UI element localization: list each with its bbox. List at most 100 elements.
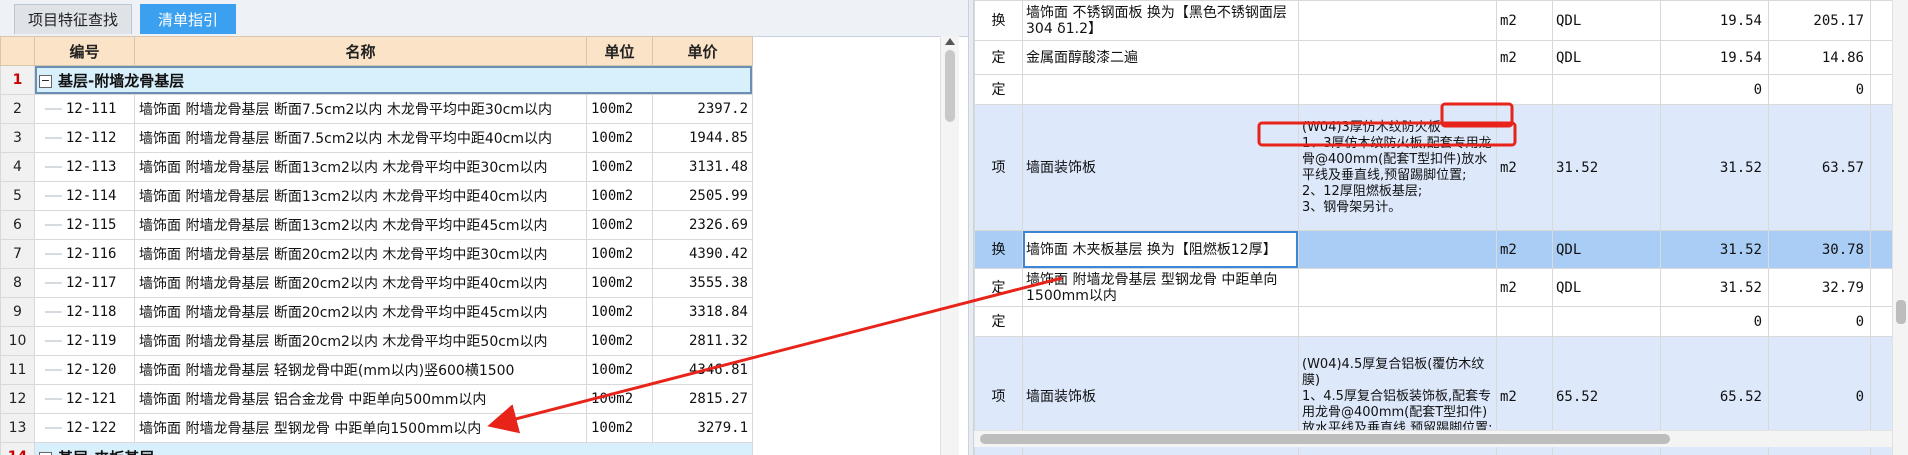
item-price[interactable]: 1944.85	[652, 123, 753, 153]
feature-description[interactable]	[1298, 0, 1497, 41]
bill-row[interactable]: 定 00	[974, 306, 1893, 337]
item-code[interactable]: —— 12-121	[34, 384, 135, 414]
item-code[interactable]: —— 12-116	[34, 239, 135, 269]
quantity-expression[interactable]: QDL	[1552, 40, 1661, 75]
bill-row[interactable]: 项墙面装饰板 (W04)3厚仿木纹防火板 1、3厚仿木纹防火板,配套专用龙骨@40…	[974, 104, 1893, 231]
feature-description[interactable]	[1298, 230, 1497, 269]
group-name[interactable]: − 基层-夹板基层	[34, 442, 753, 455]
item-code[interactable]: —— 12-112	[34, 123, 135, 153]
item-name[interactable]: 墙饰面 附墙龙骨基层 断面13cm2以内 木龙骨平均中距30cm以内	[134, 152, 587, 182]
item-name[interactable]: 墙饰面 附墙龙骨基层 铝合金龙骨 中距单向500mm以内	[134, 384, 587, 414]
item-unit[interactable]: 100m2	[586, 355, 653, 385]
quantity-expression[interactable]	[1552, 306, 1661, 337]
item-code[interactable]: —— 12-113	[34, 152, 135, 182]
item-code[interactable]: —— 12-120	[34, 355, 135, 385]
item-name[interactable]: 墙饰面 附墙龙骨基层 轻钢龙骨中距(mm以内)竖600横1500	[134, 355, 587, 385]
group-row[interactable]: 14− 基层-夹板基层	[0, 442, 753, 455]
unit-cell[interactable]	[1496, 306, 1553, 337]
table-row[interactable]: 3 —— 12-112 墙饰面 附墙龙骨基层 断面7.5cm2以内 木龙骨平均中距40…	[0, 123, 753, 153]
item-unit[interactable]: 100m2	[586, 384, 653, 414]
item-unit[interactable]: 100m2	[586, 123, 653, 153]
quantity-cell[interactable]: 31.52	[1660, 104, 1769, 231]
scroll-thumb[interactable]	[980, 434, 1670, 444]
item-code[interactable]: —— 12-122	[34, 413, 135, 443]
left-vertical-scrollbar[interactable]	[940, 36, 959, 455]
scroll-thumb[interactable]	[945, 50, 955, 122]
unit-price-cell[interactable]: 30.78	[1768, 230, 1871, 269]
table-row[interactable]: 13 —— 12-122 墙饰面 附墙龙骨基层 型钢龙骨 中距单向1500mm以内 10…	[0, 413, 753, 443]
item-name[interactable]: 墙饰面 附墙龙骨基层 断面20cm2以内 木龙骨平均中距30cm以内	[134, 239, 587, 269]
quantity-cell[interactable]: 19.54	[1660, 40, 1769, 75]
item-name[interactable]: 墙饰面 附墙龙骨基层 断面13cm2以内 木龙骨平均中距40cm以内	[134, 181, 587, 211]
quantity-expression[interactable]: QDL	[1552, 268, 1661, 307]
item-price[interactable]: 2811.32	[652, 326, 753, 356]
feature-description[interactable]	[1298, 40, 1497, 75]
item-name[interactable]: 墙饰面 附墙龙骨基层 断面7.5cm2以内 木龙骨平均中距30cm以内	[134, 94, 587, 124]
scroll-thumb[interactable]	[1896, 300, 1906, 324]
unit-price-cell[interactable]: 205.17	[1768, 0, 1871, 41]
item-unit[interactable]: 100m2	[586, 181, 653, 211]
scroll-up-icon[interactable]	[945, 38, 955, 45]
table-row[interactable]: 6 —— 12-115 墙饰面 附墙龙骨基层 断面13cm2以内 木龙骨平均中距45c…	[0, 210, 753, 240]
item-name[interactable]: 墙饰面 附墙龙骨基层 断面13cm2以内 木龙骨平均中距45cm以内	[134, 210, 587, 240]
quantity-cell[interactable]: 31.52	[1660, 230, 1769, 269]
quantity-expression[interactable]: QDL	[1552, 230, 1661, 269]
feature-description[interactable]: (W04)3厚仿木纹防火板 1、3厚仿木纹防火板,配套专用龙骨@400mm(配套…	[1298, 104, 1497, 231]
item-price[interactable]: 3279.1	[652, 413, 753, 443]
item-price[interactable]: 3131.48	[652, 152, 753, 182]
group-name[interactable]: − 基层-附墙龙骨基层	[34, 65, 753, 95]
item-unit[interactable]: 100m2	[586, 297, 653, 327]
feature-description[interactable]	[1298, 268, 1497, 307]
item-price[interactable]: 3555.38	[652, 268, 753, 298]
table-row[interactable]: 10 —— 12-119 墙饰面 附墙龙骨基层 断面20cm2以内 木龙骨平均中距50…	[0, 326, 753, 356]
table-row[interactable]: 11 —— 12-120 墙饰面 附墙龙骨基层 轻钢龙骨中距(mm以内)竖600横15…	[0, 355, 753, 385]
item-name[interactable]: 墙饰面 附墙龙骨基层 断面20cm2以内 木龙骨平均中距40cm以内	[134, 268, 587, 298]
unit-cell[interactable]: m2	[1496, 268, 1553, 307]
unit-cell[interactable]: m2	[1496, 40, 1553, 75]
item-unit[interactable]: 100m2	[586, 268, 653, 298]
unit-price-cell[interactable]: 0	[1768, 74, 1871, 105]
item-name-cell[interactable]: 墙面装饰板	[1022, 104, 1299, 231]
right-horizontal-scrollbar[interactable]	[974, 430, 1892, 447]
collapse-icon[interactable]: −	[39, 451, 52, 455]
right-vertical-scrollbar[interactable]	[1892, 0, 1908, 455]
item-name-cell[interactable]: 金属面醇酸漆二遍	[1022, 40, 1299, 75]
table-row[interactable]: 9 —— 12-118 墙饰面 附墙龙骨基层 断面20cm2以内 木龙骨平均中距45c…	[0, 297, 753, 327]
unit-price-cell[interactable]: 14.86	[1768, 40, 1871, 75]
quantity-cell[interactable]: 0	[1660, 306, 1769, 337]
table-row[interactable]: 4 —— 12-113 墙饰面 附墙龙骨基层 断面13cm2以内 木龙骨平均中距30c…	[0, 152, 753, 182]
item-unit[interactable]: 100m2	[586, 152, 653, 182]
item-unit[interactable]: 100m2	[586, 94, 653, 124]
unit-price-cell[interactable]: 32.79	[1768, 268, 1871, 307]
bill-row[interactable]: 定金属面醇酸漆二遍 m2 QDL 19.54 14.86	[974, 40, 1893, 75]
item-price[interactable]: 3318.84	[652, 297, 753, 327]
item-code[interactable]: —— 12-111	[34, 94, 135, 124]
item-code[interactable]: —— 12-119	[34, 326, 135, 356]
table-row[interactable]: 7 —— 12-116 墙饰面 附墙龙骨基层 断面20cm2以内 木龙骨平均中距30c…	[0, 239, 753, 269]
item-unit[interactable]: 100m2	[586, 413, 653, 443]
item-unit[interactable]: 100m2	[586, 210, 653, 240]
item-code[interactable]: —— 12-114	[34, 181, 135, 211]
item-code[interactable]: —— 12-118	[34, 297, 135, 327]
bill-row[interactable]: 换墙饰面 不锈钢面板 换为【黑色不锈钢面层304 δ1.2】 m2 QDL 19.54…	[974, 0, 1893, 41]
unit-cell[interactable]: m2	[1496, 0, 1553, 41]
feature-description[interactable]	[1298, 306, 1497, 337]
table-row[interactable]: 2 —— 12-111 墙饰面 附墙龙骨基层 断面7.5cm2以内 木龙骨平均中距30…	[0, 94, 753, 124]
table-row[interactable]: 5 —— 12-114 墙饰面 附墙龙骨基层 断面13cm2以内 木龙骨平均中距40c…	[0, 181, 753, 211]
unit-cell[interactable]: m2	[1496, 230, 1553, 269]
table-row[interactable]: 12 —— 12-121 墙饰面 附墙龙骨基层 铝合金龙骨 中距单向500mm以内 10…	[0, 384, 753, 414]
bill-row[interactable]: 定 00	[974, 74, 1893, 105]
feature-description[interactable]	[1298, 74, 1497, 105]
quantity-expression[interactable]: QDL	[1552, 0, 1661, 41]
item-price[interactable]: 2505.99	[652, 181, 753, 211]
item-name-cell[interactable]: 墙饰面 木夹板基层 换为【阻燃板12厚】	[1022, 230, 1299, 269]
tab-list-guide[interactable]: 清单指引	[140, 4, 236, 34]
unit-price-cell[interactable]: 0	[1768, 306, 1871, 337]
item-price[interactable]: 4346.81	[652, 355, 753, 385]
collapse-icon[interactable]: −	[39, 74, 52, 88]
unit-cell[interactable]: m2	[1496, 104, 1553, 231]
name-header[interactable]: 名称	[134, 36, 587, 66]
quantity-cell[interactable]: 31.52	[1660, 268, 1769, 307]
item-price[interactable]: 4390.42	[652, 239, 753, 269]
item-name-cell[interactable]	[1022, 74, 1299, 105]
